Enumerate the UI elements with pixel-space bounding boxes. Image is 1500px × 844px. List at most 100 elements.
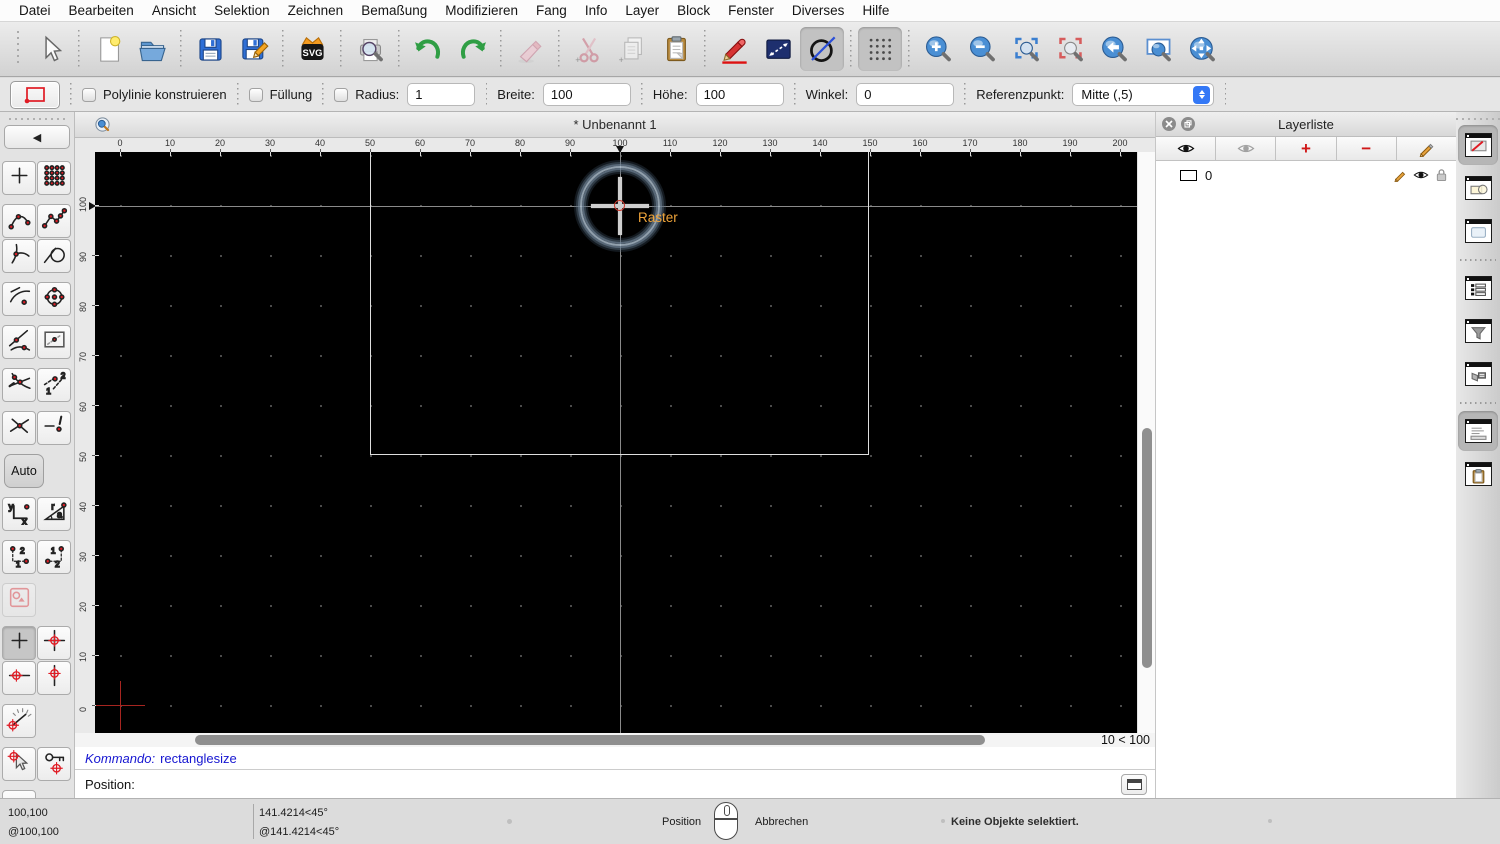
layer-lock-icon[interactable] <box>1435 168 1448 182</box>
drawing-canvas[interactable]: Raster <box>95 152 1137 733</box>
vertical-scrollbar-thumb[interactable] <box>1142 428 1152 668</box>
relative-polar-button[interactable]: 12 <box>37 540 71 574</box>
horizontal-scrollbar-thumb[interactable] <box>195 735 985 745</box>
snap-crosshair-button[interactable] <box>37 626 71 660</box>
snap-intersection-manual-button[interactable]: 12 <box>37 368 71 402</box>
relative-cartesian-button[interactable]: 12 <box>2 540 36 574</box>
radius-checkbox[interactable] <box>334 87 349 102</box>
menu-modifizieren[interactable]: Modifizieren <box>436 3 527 18</box>
angle-field[interactable]: 0 <box>856 83 955 106</box>
coordinate-cartesian-button[interactable]: yx <box>2 497 36 531</box>
menu-selektion[interactable]: Selektion <box>205 3 279 18</box>
delete-entities-button[interactable] <box>508 27 552 71</box>
snap-coordinate-button[interactable] <box>37 747 71 781</box>
zoom-selection-button[interactable] <box>1048 27 1092 71</box>
add-layer-button[interactable]: + <box>1276 137 1337 160</box>
save-file-as-button[interactable] <box>232 27 276 71</box>
grid-toggle-button[interactable] <box>858 27 902 71</box>
dock-drag-handle[interactable] <box>1456 117 1500 121</box>
previous-view-button[interactable] <box>1092 27 1136 71</box>
snap-center-button[interactable] <box>37 282 71 316</box>
remove-layer-button[interactable]: − <box>1336 137 1397 160</box>
paste-button[interactable] <box>654 27 698 71</box>
coordinate-polar-button[interactable]: ra <box>37 497 71 531</box>
print-preview-button[interactable] <box>348 27 392 71</box>
menu-fenster[interactable]: Fenster <box>719 3 783 18</box>
save-file-button[interactable] <box>188 27 232 71</box>
zoom-out-button[interactable] <box>960 27 1004 71</box>
menu-datei[interactable]: Datei <box>10 3 60 18</box>
circle-two-point-button[interactable] <box>800 27 844 71</box>
restrict-disabled-button[interactable] <box>2 583 36 617</box>
zoom-in-button[interactable] <box>916 27 960 71</box>
command-prompt-bar[interactable]: Position: <box>75 769 1155 798</box>
restrict-horizontal-button[interactable] <box>2 661 36 695</box>
width-field[interactable]: 100 <box>542 83 631 106</box>
refpoint-dropdown[interactable]: Mitte (,5) <box>1072 83 1215 106</box>
snap-middle-button[interactable] <box>2 325 36 359</box>
undo-button[interactable] <box>406 27 450 71</box>
menu-block[interactable]: Block <box>668 3 719 18</box>
panel-drag-handle[interactable] <box>9 117 65 121</box>
auto-zoom-button[interactable] <box>1004 27 1048 71</box>
snap-cursor-button[interactable] <box>2 747 36 781</box>
redo-button[interactable] <box>450 27 494 71</box>
menu-fang[interactable]: Fang <box>527 3 576 18</box>
menu-ansicht[interactable]: Ansicht <box>143 3 205 18</box>
back-button[interactable]: ◀ <box>4 125 70 149</box>
property-editor-dock-button[interactable] <box>1458 268 1498 308</box>
height-field[interactable]: 100 <box>695 83 784 106</box>
snap-entity-range-button[interactable] <box>37 325 71 359</box>
snap-perpendicular-button[interactable] <box>2 239 36 273</box>
snap-endpoints-button[interactable] <box>2 204 36 238</box>
menu-layer[interactable]: Layer <box>616 3 668 18</box>
snap-grid-button[interactable] <box>37 161 71 195</box>
radius-field[interactable]: 1 <box>407 83 476 106</box>
copy-button[interactable]: + <box>610 27 654 71</box>
dimension-tool-button[interactable] <box>756 27 800 71</box>
snap-tangential-button[interactable] <box>37 239 71 273</box>
library-browser-dock-button[interactable] <box>1458 211 1498 251</box>
edit-layer-button[interactable] <box>1396 137 1457 160</box>
layer-list-dock-button[interactable] <box>1458 125 1498 165</box>
vertical-scrollbar[interactable] <box>1137 152 1155 733</box>
open-file-button[interactable] <box>130 27 174 71</box>
selection-filter-dock-button[interactable] <box>1458 311 1498 351</box>
menu-bearbeiten[interactable]: Bearbeiten <box>60 3 143 18</box>
restrict-angle-button[interactable] <box>2 704 36 738</box>
clipboard-panel-dock-button[interactable] <box>1458 454 1498 494</box>
snap-auto-button[interactable]: Auto <box>4 454 44 488</box>
restrict-vertical-button[interactable] <box>37 661 71 695</box>
snap-distance-button[interactable] <box>37 411 71 445</box>
layer-visible-icon[interactable] <box>1413 169 1429 181</box>
cut-button[interactable]: + <box>566 27 610 71</box>
snap-intersection-button[interactable] <box>2 368 36 402</box>
fill-checkbox[interactable] <box>248 87 263 102</box>
snap-free-button[interactable] <box>2 161 36 195</box>
toolbar-drag-handle[interactable] <box>16 31 20 67</box>
block-list-dock-button[interactable] <box>1458 168 1498 208</box>
snap-reference-button[interactable] <box>2 282 36 316</box>
layer-row[interactable]: 0 <box>1156 164 1456 186</box>
new-file-button[interactable] <box>86 27 130 71</box>
menu-zeichnen[interactable]: Zeichnen <box>279 3 353 18</box>
expand-command-line-button[interactable] <box>1121 773 1147 795</box>
layer-edit-icon[interactable] <box>1393 168 1407 182</box>
command-line-panel-dock-button[interactable] <box>1458 411 1498 451</box>
polyline-checkbox[interactable] <box>82 87 96 102</box>
snap-auto-button[interactable] <box>2 411 36 445</box>
rectangle-size-tool-button[interactable] <box>10 80 60 109</box>
zoom-window-button[interactable] <box>1136 27 1180 71</box>
svg-export-button[interactable]: SVG <box>290 27 334 71</box>
menu-info[interactable]: Info <box>576 3 617 18</box>
horizontal-scrollbar[interactable]: 10 < 100 <box>75 733 1155 747</box>
view-list-dock-button[interactable] <box>1458 354 1498 394</box>
snap-on-entity-button[interactable] <box>37 204 71 238</box>
hide-all-layers-button[interactable] <box>1216 137 1277 160</box>
menu-bema-ung[interactable]: Bemaßung <box>352 3 436 18</box>
show-all-layers-button[interactable] <box>1156 137 1217 160</box>
restrict-none-button[interactable] <box>2 626 36 660</box>
draw-pencil-button[interactable] <box>712 27 756 71</box>
menu-hilfe[interactable]: Hilfe <box>853 3 898 18</box>
selection-cursor-button[interactable] <box>28 27 72 71</box>
